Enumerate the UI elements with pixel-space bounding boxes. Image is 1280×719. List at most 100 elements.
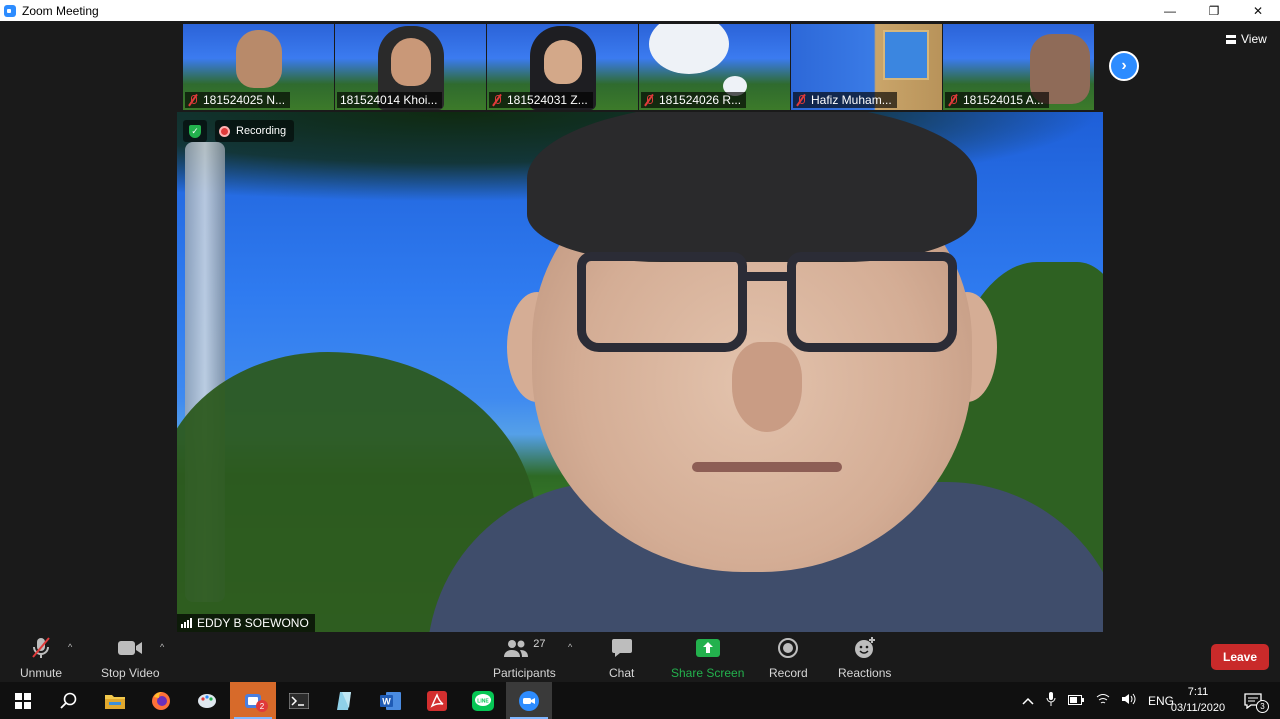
recording-dot-icon bbox=[219, 125, 230, 137]
smiley-plus-icon bbox=[854, 636, 876, 660]
taskbar-clock[interactable]: 7:11 03/11/2020 bbox=[1166, 684, 1230, 716]
pdf-icon bbox=[427, 690, 447, 711]
line-app-button[interactable]: LINE bbox=[460, 682, 506, 719]
participant-face bbox=[390, 38, 431, 86]
participant-tile[interactable]: 181524025 N... bbox=[183, 24, 334, 110]
restore-button[interactable]: ❐ bbox=[1192, 0, 1236, 21]
mic-muted-icon bbox=[492, 94, 502, 106]
chat-label: Chat bbox=[609, 666, 635, 680]
speaker-glasses-right bbox=[787, 252, 957, 352]
chat-button[interactable]: Chat bbox=[609, 636, 634, 680]
mic-muted-icon bbox=[948, 94, 958, 106]
firefox-button[interactable] bbox=[138, 682, 184, 719]
microphone-icon[interactable] bbox=[1046, 692, 1056, 709]
participant-tile[interactable]: 181524014 Khoi... bbox=[335, 24, 486, 110]
volume-icon[interactable] bbox=[1122, 693, 1136, 708]
palette-icon bbox=[198, 693, 216, 708]
participants-button[interactable]: 27 Participants bbox=[493, 636, 556, 680]
recording-indicator[interactable]: Recording bbox=[215, 120, 295, 142]
teams-app-button[interactable]: 2 bbox=[230, 682, 276, 719]
participant-tile[interactable]: Hafiz Muham... bbox=[791, 24, 942, 110]
chevron-up-icon[interactable] bbox=[1022, 694, 1034, 708]
terminal-icon bbox=[289, 692, 309, 709]
speaker-mouth bbox=[692, 462, 842, 472]
file-explorer-button[interactable] bbox=[92, 682, 138, 719]
zoom-taskbar-button[interactable] bbox=[506, 682, 552, 719]
next-page-button[interactable]: › bbox=[1109, 51, 1139, 81]
participant-name: 181524025 N... bbox=[203, 93, 286, 107]
microphone-muted-icon bbox=[29, 636, 53, 660]
reactions-label: Reactions bbox=[838, 666, 892, 680]
audio-options-caret[interactable]: ^ bbox=[68, 642, 72, 652]
reactions-button[interactable]: Reactions bbox=[838, 636, 891, 680]
video-options-caret[interactable]: ^ bbox=[160, 642, 164, 652]
participant-name: 181524031 Z... bbox=[507, 93, 588, 107]
participant-strip: 181524025 N... 181524014 Khoi... 1815240… bbox=[183, 24, 1094, 110]
paint-app-button[interactable] bbox=[184, 682, 230, 719]
shield-check-icon: ✓ bbox=[189, 124, 201, 138]
share-screen-button[interactable]: Share Screen bbox=[671, 636, 744, 680]
speaker-name: EDDY B SOEWONO bbox=[197, 616, 309, 630]
participants-count: 27 bbox=[533, 638, 546, 650]
unmute-button[interactable]: Unmute bbox=[20, 636, 62, 680]
active-speaker-video[interactable]: ✓ Recording EDDY B SOEWONO bbox=[177, 112, 1103, 632]
signal-strength-icon bbox=[181, 618, 192, 628]
start-button[interactable] bbox=[0, 682, 46, 719]
recording-label: Recording bbox=[236, 125, 287, 137]
encryption-badge[interactable]: ✓ bbox=[183, 120, 207, 142]
close-button[interactable]: ✕ bbox=[1236, 0, 1280, 21]
speaker-nose bbox=[732, 342, 802, 432]
clock-date: 03/11/2020 bbox=[1170, 702, 1226, 714]
participant-nametag: 181524014 Khoi... bbox=[337, 92, 443, 108]
record-icon bbox=[778, 636, 799, 660]
battery-icon[interactable] bbox=[1068, 694, 1084, 708]
participant-tile[interactable]: 181524031 Z... bbox=[487, 24, 638, 110]
windows-logo-icon bbox=[15, 692, 31, 709]
minimize-button[interactable]: — bbox=[1148, 0, 1192, 21]
leave-button[interactable]: Leave bbox=[1211, 644, 1269, 670]
participant-name: 181524015 A... bbox=[963, 93, 1044, 107]
chevron-right-icon: › bbox=[1121, 57, 1127, 74]
participant-face bbox=[543, 40, 582, 84]
participant-tile[interactable]: 181524015 A... bbox=[943, 24, 1094, 110]
acrobat-button[interactable] bbox=[414, 682, 460, 719]
notepad-button[interactable] bbox=[322, 682, 368, 719]
notification-badge: 2 bbox=[256, 700, 268, 712]
participant-nametag: Hafiz Muham... bbox=[793, 92, 897, 108]
record-label: Record bbox=[769, 666, 808, 680]
meeting-toolbar: Unmute ^ Stop Video ^ 27 Participants ^ … bbox=[0, 632, 1280, 682]
mic-muted-icon bbox=[796, 94, 806, 106]
view-label: View bbox=[1241, 32, 1267, 46]
window-title: Zoom Meeting bbox=[22, 3, 99, 18]
chat-bubble-icon bbox=[611, 636, 633, 660]
grid-view-icon bbox=[1226, 34, 1236, 44]
terminal-button[interactable] bbox=[276, 682, 322, 719]
mic-muted-icon bbox=[644, 94, 654, 106]
participants-options-caret[interactable]: ^ bbox=[568, 642, 572, 652]
action-center-button[interactable]: 3 bbox=[1232, 682, 1274, 719]
mic-muted-icon bbox=[188, 94, 198, 106]
search-icon bbox=[60, 692, 77, 709]
participant-nametag: 181524031 Z... bbox=[489, 92, 593, 108]
wifi-icon[interactable] bbox=[1096, 693, 1110, 708]
folder-icon bbox=[105, 694, 125, 709]
window-titlebar: Zoom Meeting — ❐ ✕ bbox=[0, 0, 1280, 21]
participant-tile[interactable]: 181524026 R... bbox=[639, 24, 790, 110]
share-screen-icon bbox=[695, 636, 720, 660]
notepad-icon bbox=[337, 691, 351, 710]
participants-label: Participants bbox=[493, 666, 556, 680]
participant-video bbox=[649, 24, 729, 74]
stop-video-label: Stop Video bbox=[101, 666, 160, 680]
record-button[interactable]: Record bbox=[769, 636, 808, 680]
search-button[interactable] bbox=[46, 682, 92, 719]
notifications-count: 3 bbox=[1256, 700, 1269, 713]
participant-name: 181524026 R... bbox=[659, 93, 742, 107]
participant-nametag: 181524025 N... bbox=[185, 92, 291, 108]
view-button[interactable]: View bbox=[1226, 32, 1267, 46]
speaker-hair bbox=[527, 112, 977, 262]
system-tray: ENG bbox=[1022, 682, 1174, 719]
word-button[interactable]: W bbox=[368, 682, 414, 719]
stop-video-button[interactable]: Stop Video bbox=[101, 636, 160, 680]
video-camera-icon bbox=[117, 636, 143, 660]
speaker-glasses-bridge bbox=[742, 272, 792, 281]
